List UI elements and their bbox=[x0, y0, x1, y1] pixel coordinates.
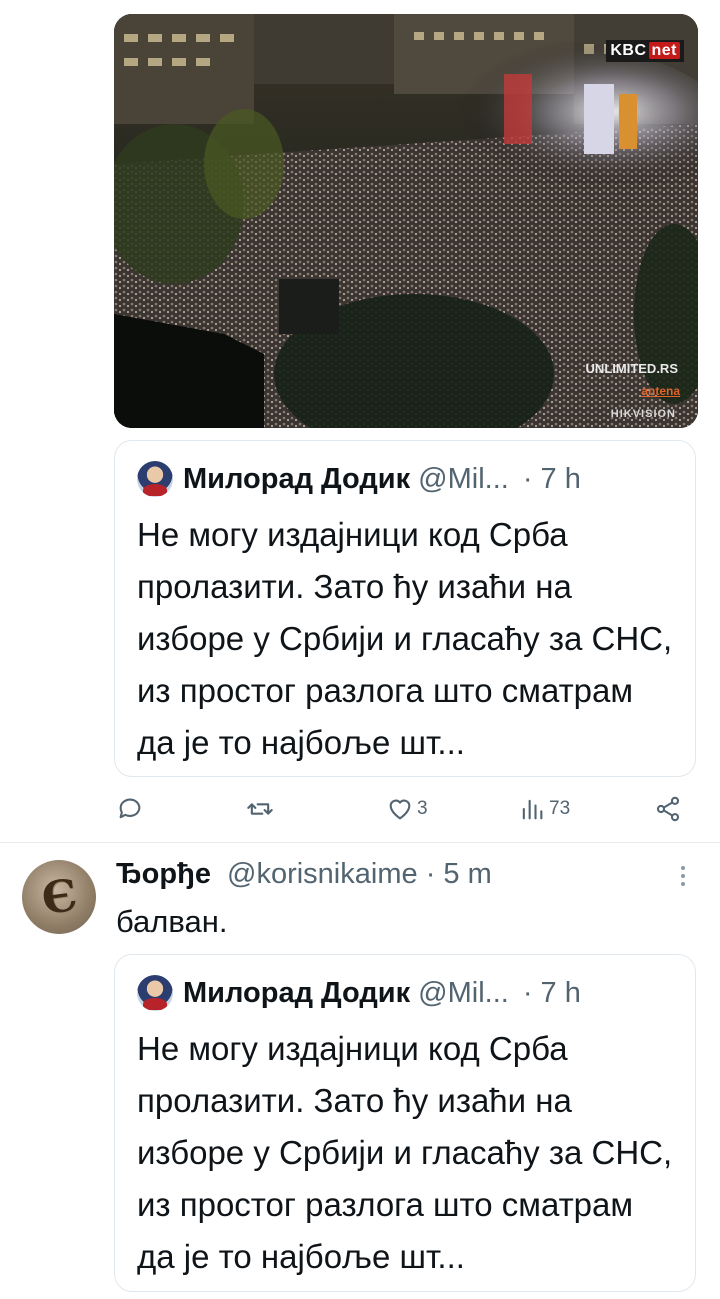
author-name: Милорад Додик bbox=[183, 977, 411, 1009]
author-handle: @Mil... bbox=[418, 463, 509, 495]
retweet-button[interactable] bbox=[246, 788, 277, 830]
views-count: 73 bbox=[549, 798, 571, 819]
hikvision-watermark: HIKVISION bbox=[610, 408, 676, 420]
share-button[interactable] bbox=[654, 788, 682, 830]
retweet-icon bbox=[247, 803, 273, 815]
kbc-watermark: KBC net bbox=[606, 40, 684, 62]
antena-watermark: antena bbox=[641, 384, 680, 398]
like-icon bbox=[389, 799, 411, 820]
tweet-media-image[interactable]: KBC net UNLIMITED.RS antena HIKVISION bbox=[114, 14, 698, 428]
reply-icon bbox=[119, 798, 141, 819]
reply-button[interactable] bbox=[116, 788, 147, 830]
author-handle[interactable]: @korisnikaime bbox=[227, 858, 418, 890]
tweet-time[interactable]: · 5 m bbox=[426, 858, 492, 890]
quoted-tweet-card[interactable]: Милорад Додик @Mil... · 7 h Не могу изда… bbox=[114, 440, 696, 777]
avatar bbox=[137, 975, 173, 1011]
avatar[interactable]: Є bbox=[22, 860, 96, 934]
share-icon bbox=[656, 796, 680, 822]
quoted-tweet-card[interactable]: Милорад Додик @Mil... · 7 h Не могу изда… bbox=[114, 954, 696, 1292]
author-handle: @Mil... bbox=[418, 977, 509, 1009]
avatar-glyph: Є bbox=[38, 869, 80, 925]
unlimited-watermark: UNLIMITED.RS bbox=[585, 361, 678, 376]
tweet-header: Ђорђе @korisnikaime · 5 m bbox=[116, 856, 492, 892]
tweet-time: · 7 h bbox=[522, 977, 581, 1009]
tweet-time: · 7 h bbox=[522, 463, 581, 495]
tweet-text: балван. bbox=[116, 904, 228, 939]
avatar bbox=[137, 461, 173, 497]
tweet-divider bbox=[0, 842, 720, 843]
quoted-tweet-text: Не могу издајници код Срба пролазити. За… bbox=[137, 516, 673, 761]
views-icon bbox=[522, 799, 543, 820]
like-count: 3 bbox=[417, 798, 428, 819]
quoted-tweet-header: Милорад Додик @Mil... · 7 h bbox=[137, 975, 673, 1011]
like-button[interactable]: 3 bbox=[386, 788, 428, 830]
views-button[interactable]: 73 bbox=[518, 788, 570, 830]
quoted-tweet-text: Не могу издајници код Срба пролазити. За… bbox=[137, 1030, 673, 1275]
author-name[interactable]: Ђорђе bbox=[116, 858, 211, 890]
quoted-tweet-header: Милорад Додик @Mil... · 7 h bbox=[137, 461, 673, 497]
tweet-action-bar: 3 73 bbox=[114, 788, 694, 830]
more-icon[interactable] bbox=[676, 862, 690, 890]
author-name: Милорад Додик bbox=[183, 463, 411, 495]
